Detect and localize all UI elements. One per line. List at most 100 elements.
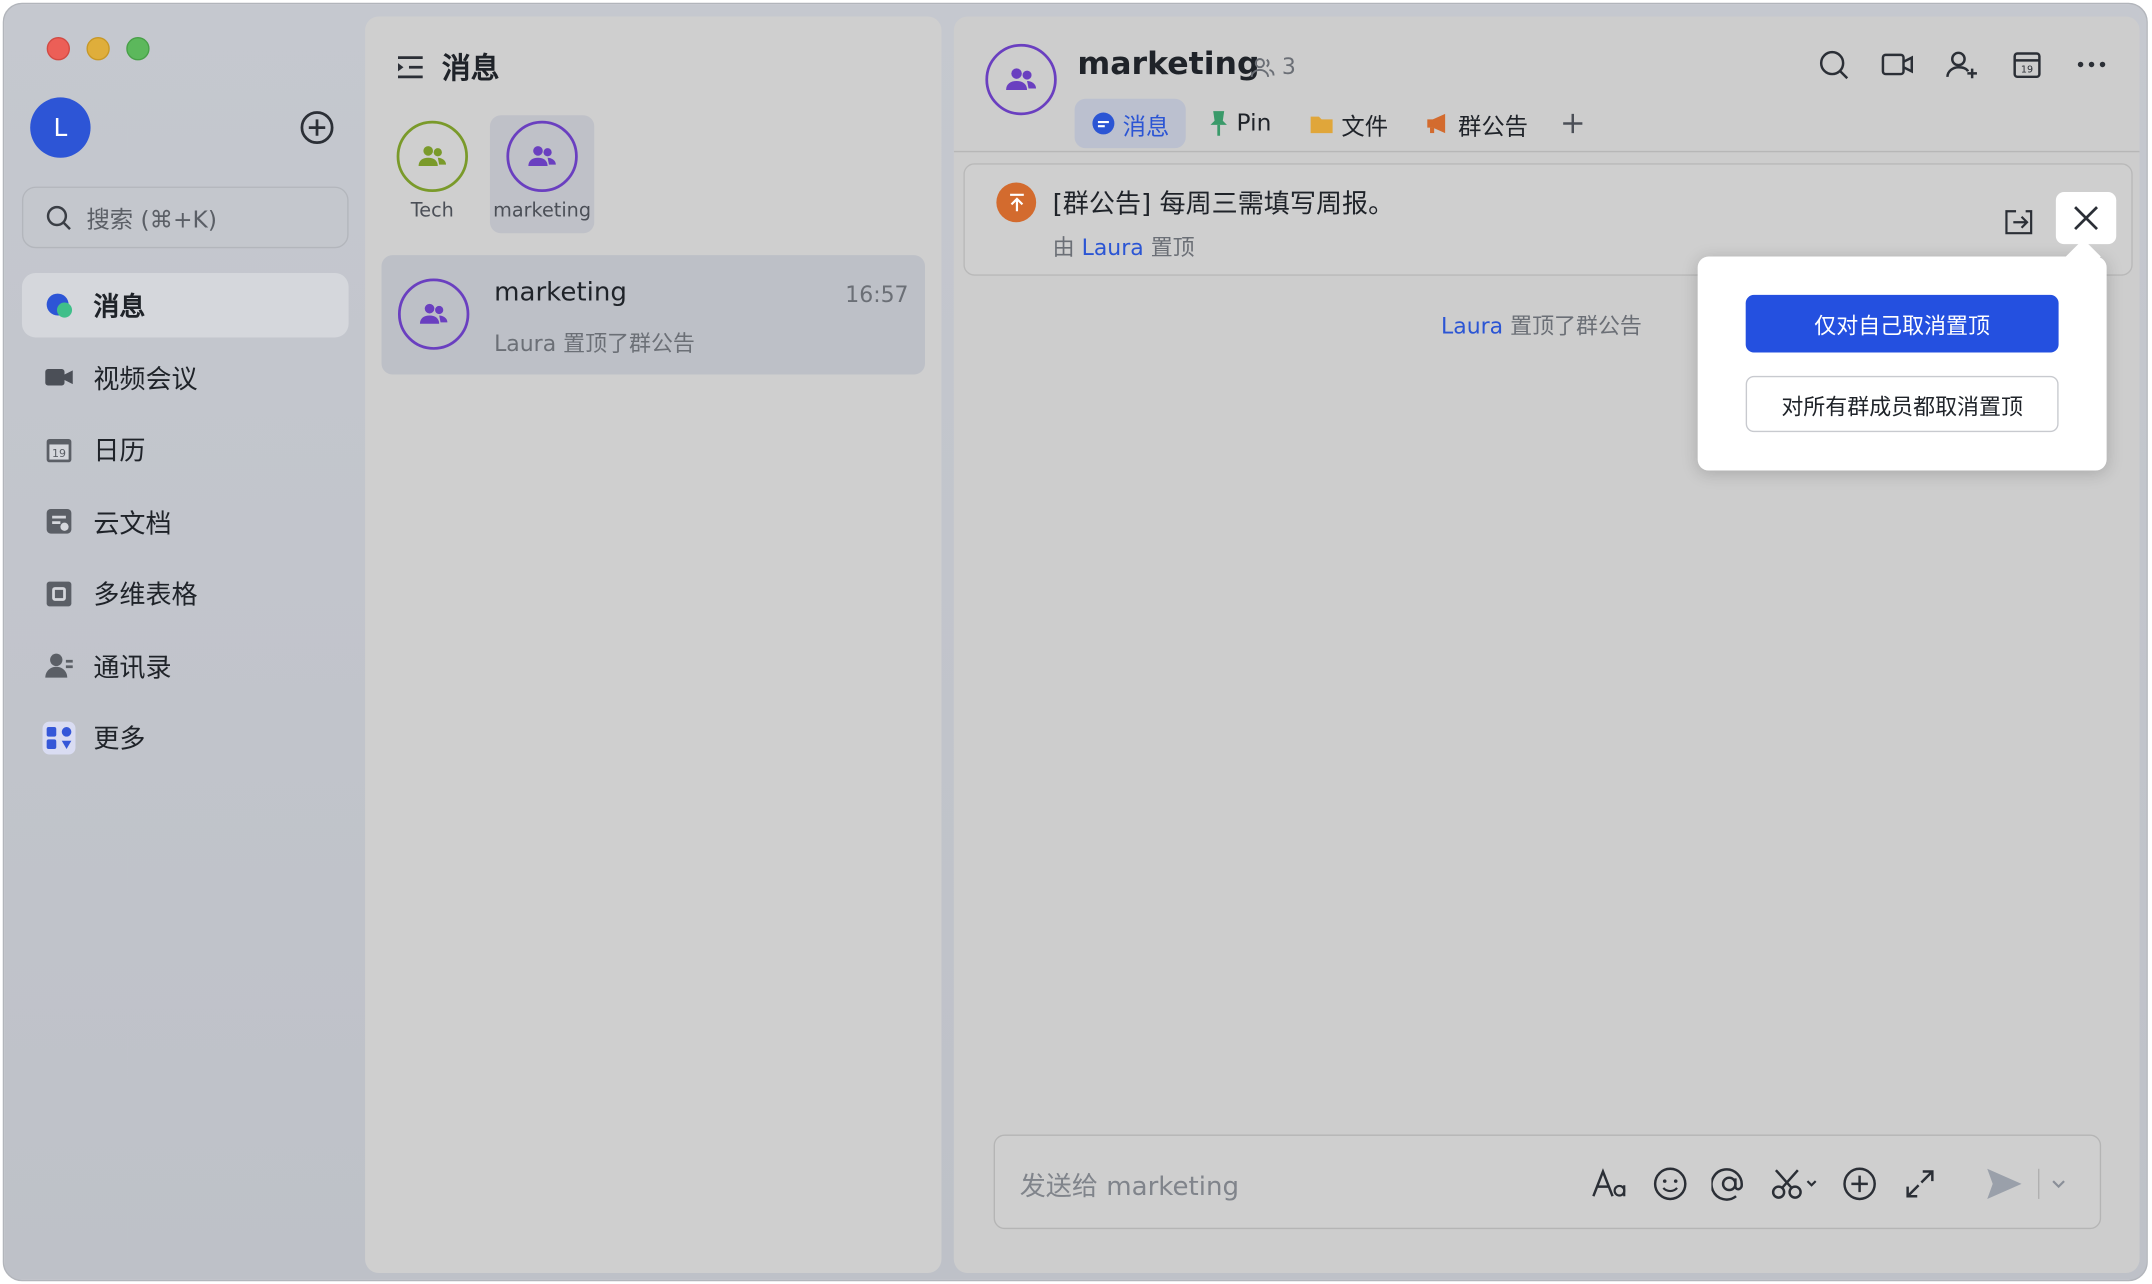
- panel-title: 消息: [441, 52, 500, 86]
- search-icon: [46, 205, 71, 230]
- svg-text:19: 19: [2021, 65, 2033, 76]
- app-window: L 搜索 (⌘+K) 消息 视频会议 19 日历 云文档 多维表格 通讯录 更多…: [2, 2, 2148, 1282]
- maximize-window-button[interactable]: [126, 37, 150, 61]
- expand-icon[interactable]: [1900, 1165, 1938, 1203]
- close-icon[interactable]: [2055, 192, 2117, 245]
- pinned-chat-tech[interactable]: Tech: [380, 115, 484, 233]
- group-icon: [418, 146, 447, 166]
- sidebar-item-video[interactable]: 视频会议: [22, 345, 349, 409]
- sidebar-item-calendar[interactable]: 19 日历: [22, 417, 349, 481]
- pin-top-icon: [996, 182, 1037, 223]
- folder-icon: [1311, 116, 1334, 134]
- group-icon: [419, 303, 448, 324]
- tab-messages[interactable]: 消息: [1074, 98, 1186, 149]
- unpin-for-self-button[interactable]: 仅对自己取消置顶: [1745, 294, 2059, 353]
- sidebar-item-docs[interactable]: 云文档: [22, 489, 349, 553]
- video-call-icon[interactable]: [1880, 47, 1916, 83]
- pinned-chat-marketing[interactable]: marketing: [489, 115, 595, 234]
- base-icon: [41, 575, 77, 611]
- collapse-sidebar-icon[interactable]: [395, 52, 425, 82]
- pinned-by-suffix: 置顶: [1150, 234, 1195, 261]
- add-tab-button[interactable]: [1550, 99, 1604, 148]
- minimize-window-button[interactable]: [86, 37, 110, 61]
- calendar-icon: 19: [41, 431, 77, 467]
- member-count-value: 3: [1281, 53, 1296, 80]
- tab-label: Pin: [1236, 109, 1272, 138]
- pinned-chat-label: marketing: [493, 200, 592, 223]
- sidebar-item-label: 通讯录: [93, 652, 172, 683]
- system-message-text: 置顶了群公告: [1510, 312, 1642, 339]
- tab-announcements[interactable]: 群公告: [1410, 99, 1544, 148]
- sidebar-item-contacts[interactable]: 通讯录: [22, 633, 349, 697]
- group-avatar: [396, 120, 468, 193]
- close-window-button[interactable]: [46, 37, 70, 61]
- sidebar-item-base[interactable]: 多维表格: [22, 561, 349, 625]
- pinned-by-user[interactable]: Laura: [1082, 235, 1144, 261]
- tab-label: 消息: [1122, 113, 1170, 141]
- pinned-text: [群公告] 每周三需填写周报。: [1052, 189, 1395, 220]
- chat-time: 16:57: [845, 281, 909, 308]
- sidebar-nav: 消息 视频会议 19 日历 云文档 多维表格 通讯录 更多: [21, 272, 349, 777]
- sidebar-item-more[interactable]: 更多: [22, 705, 349, 769]
- list-item[interactable]: marketing 16:57 Laura 置顶了群公告: [381, 255, 925, 375]
- header-toolbar: 19: [1787, 47, 2110, 83]
- user-avatar[interactable]: L: [30, 97, 91, 158]
- search-chat-icon[interactable]: [1816, 47, 1852, 83]
- members-icon: [1250, 57, 1275, 77]
- tab-files[interactable]: 文件: [1293, 99, 1404, 148]
- divider: [2038, 1168, 2040, 1199]
- text-format-icon[interactable]: [1591, 1165, 1629, 1203]
- plus-icon: [1563, 113, 1583, 134]
- mention-icon[interactable]: [1710, 1165, 1748, 1203]
- chat-title: marketing: [1077, 46, 1260, 83]
- group-avatar: [506, 120, 578, 193]
- sidebar-item-messages[interactable]: 消息: [21, 272, 349, 338]
- sidebar-item-label: 视频会议: [93, 364, 198, 395]
- group-icon: [528, 146, 556, 166]
- search-placeholder: 搜索 (⌘+K): [86, 207, 217, 235]
- add-attachment-icon[interactable]: [1840, 1165, 1878, 1203]
- message-composer[interactable]: 发送给 marketing: [993, 1134, 2102, 1230]
- panel-header: 消息: [395, 47, 500, 88]
- system-message-user[interactable]: Laura: [1441, 313, 1503, 339]
- sidebar-item-label: 云文档: [93, 508, 172, 539]
- contacts-icon: [41, 647, 77, 683]
- emoji-icon[interactable]: [1650, 1165, 1688, 1203]
- add-circle-icon[interactable]: [299, 110, 335, 146]
- pinned-by-prefix: 由: [1052, 234, 1075, 261]
- more-options-icon[interactable]: [2074, 47, 2110, 83]
- chevron-down-icon[interactable]: [2049, 1173, 2068, 1192]
- pinned-chat-label: Tech: [410, 200, 454, 223]
- message-list-panel: 消息 Tech marketing marketing 16:57 Laura …: [365, 16, 942, 1274]
- tab-label: 群公告: [1458, 113, 1529, 141]
- send-icon[interactable]: [1983, 1163, 2024, 1204]
- chat-tabs: 消息 Pin 文件 群公告: [1074, 98, 1609, 149]
- unpin-popover: 仅对自己取消置顶 对所有群成员都取消置顶: [1697, 239, 2107, 471]
- chat-bubble-icon: [1092, 112, 1115, 135]
- search-box[interactable]: 搜索 (⌘+K): [21, 186, 349, 249]
- video-icon: [41, 359, 77, 395]
- chat-bubble-icon: [41, 287, 77, 323]
- system-message: Laura 置顶了群公告: [1441, 307, 1642, 340]
- group-avatar[interactable]: [985, 43, 1057, 116]
- group-avatar: [397, 278, 470, 350]
- composer-placeholder: 发送给 marketing: [1019, 1171, 1240, 1202]
- sidebar-item-label: 日历: [93, 436, 146, 467]
- sidebar-item-label: 消息: [93, 292, 146, 323]
- calendar-icon[interactable]: 19: [2009, 47, 2045, 83]
- unpin-for-all-button[interactable]: 对所有群成员都取消置顶: [1745, 375, 2059, 433]
- member-count[interactable]: 3: [1250, 54, 1296, 80]
- apps-icon: [41, 720, 77, 756]
- chat-name: marketing: [494, 277, 627, 308]
- megaphone-icon: [1427, 113, 1446, 134]
- pin-icon: [1210, 111, 1227, 136]
- tab-pin[interactable]: Pin: [1191, 99, 1288, 148]
- sidebar-item-label: 更多: [93, 724, 146, 755]
- doc-icon: [41, 503, 77, 539]
- screenshot-scissors-icon[interactable]: [1770, 1165, 1819, 1203]
- jump-to-icon[interactable]: [2002, 206, 2035, 239]
- chat-preview: Laura 置顶了群公告: [494, 330, 695, 357]
- chat-header: marketing 3 19 消息 Pin 文件 群公告: [953, 16, 2140, 153]
- composer-toolbar: [1591, 1165, 1960, 1203]
- add-member-icon[interactable]: [1945, 47, 1981, 83]
